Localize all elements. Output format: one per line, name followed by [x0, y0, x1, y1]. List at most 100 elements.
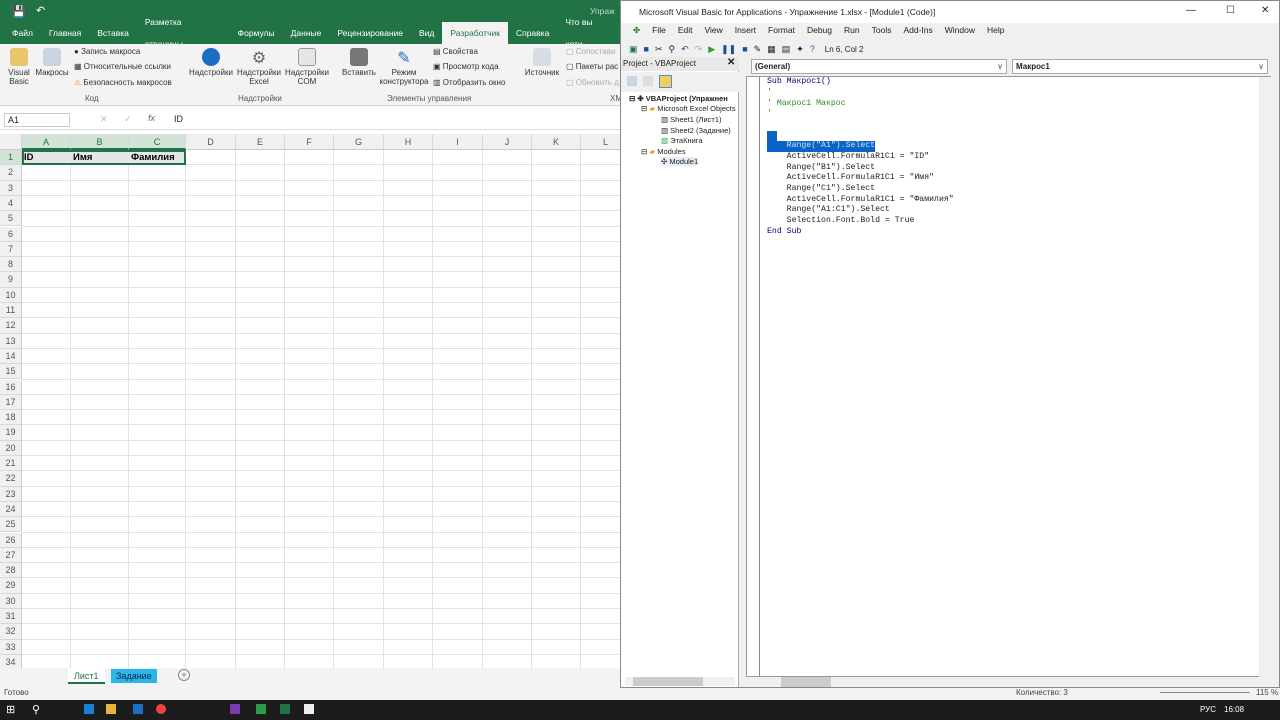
- chrome-icon[interactable]: [156, 704, 166, 714]
- column-header[interactable]: A: [22, 134, 71, 150]
- run-dialog-button[interactable]: ▥ Отобразить окно: [433, 78, 505, 87]
- help-icon[interactable]: ?: [810, 44, 815, 54]
- row-header[interactable]: 9: [0, 272, 22, 288]
- row-header[interactable]: 29: [0, 578, 22, 594]
- addins-button[interactable]: Надстройки: [188, 48, 234, 77]
- row-header[interactable]: 14: [0, 348, 22, 365]
- column-header[interactable]: E: [236, 134, 285, 150]
- row-header[interactable]: 1: [0, 150, 22, 166]
- language-indicator[interactable]: РУС: [1200, 705, 1216, 714]
- design-mode-button[interactable]: ✎ Режим конструктора: [378, 48, 430, 86]
- row-header[interactable]: 6: [0, 226, 22, 242]
- row-header[interactable]: 5: [0, 211, 22, 227]
- row-header[interactable]: 31: [0, 609, 22, 625]
- explorer-icon[interactable]: [106, 704, 116, 714]
- undo-icon[interactable]: ↶: [681, 44, 689, 55]
- column-header[interactable]: F: [285, 134, 334, 150]
- column-header[interactable]: K: [532, 134, 581, 150]
- cell-C1[interactable]: Фамилия: [129, 152, 175, 163]
- object-dropdown[interactable]: (General) ∨: [751, 59, 1007, 74]
- ribbon-tab[interactable]: Главная: [41, 22, 89, 44]
- formula-input[interactable]: ID: [174, 114, 183, 124]
- tree-item-module1[interactable]: ✣ Module1: [661, 157, 699, 166]
- tree-item-sheet2[interactable]: ▥ Sheet2 (Задание): [661, 126, 731, 135]
- excel-addins-button[interactable]: ⚙ Надстройки Excel: [236, 48, 282, 86]
- ribbon-tab[interactable]: Разработчик: [442, 22, 508, 44]
- select-all-corner[interactable]: [0, 134, 22, 150]
- row-header[interactable]: 22: [0, 471, 22, 487]
- redo-icon[interactable]: ↷: [695, 44, 703, 55]
- row-header[interactable]: 17: [0, 394, 22, 411]
- sheet-tab-list1[interactable]: Лист1: [68, 668, 105, 684]
- reset-icon[interactable]: ■: [742, 44, 747, 54]
- properties-button[interactable]: ▤ Свойства: [433, 47, 478, 56]
- ribbon-tab[interactable]: Справка: [508, 22, 557, 44]
- column-header[interactable]: I: [433, 134, 483, 150]
- ribbon-tab[interactable]: Файл: [4, 22, 41, 44]
- ribbon-tab[interactable]: Вид: [411, 22, 442, 44]
- row-header[interactable]: 20: [0, 440, 22, 456]
- name-box[interactable]: A1: [4, 113, 70, 127]
- object-browser-icon[interactable]: ✦: [796, 44, 804, 55]
- onenote-icon[interactable]: [230, 704, 240, 714]
- cut-icon[interactable]: ✂: [655, 44, 663, 55]
- row-header[interactable]: 2: [0, 165, 22, 181]
- row-header[interactable]: 23: [0, 486, 22, 502]
- tree-item-vbaproject[interactable]: ⊟ ✤ VBAProject (Упражнен: [629, 94, 728, 103]
- project-h-scrollbar[interactable]: [625, 677, 735, 686]
- row-header[interactable]: 10: [0, 287, 22, 303]
- ribbon-tab[interactable]: Формулы: [230, 22, 283, 44]
- row-header[interactable]: 4: [0, 195, 22, 212]
- properties-icon[interactable]: ▤: [782, 44, 791, 55]
- function-icon[interactable]: fx: [148, 113, 155, 123]
- excel-taskbar-icon[interactable]: [280, 704, 290, 714]
- row-header[interactable]: 11: [0, 303, 22, 319]
- relative-refs-button[interactable]: ▦ Относительные ссылки: [74, 62, 171, 71]
- menu-tools[interactable]: Tools: [866, 25, 898, 36]
- menu-edit[interactable]: Edit: [672, 25, 699, 36]
- visual-basic-button[interactable]: Visual Basic: [4, 48, 34, 86]
- row-header[interactable]: 19: [0, 425, 22, 441]
- procedure-dropdown[interactable]: Макрос1 ∨: [1012, 59, 1268, 74]
- enter-icon[interactable]: ✓: [124, 114, 132, 125]
- save-icon[interactable]: ■: [644, 44, 649, 54]
- insert-control-button[interactable]: Вставить: [340, 48, 378, 77]
- row-header[interactable]: 12: [0, 318, 22, 334]
- row-header[interactable]: 15: [0, 364, 22, 380]
- source-button[interactable]: Источник: [522, 48, 562, 77]
- search-icon[interactable]: ⚲: [32, 703, 40, 716]
- ribbon-tab[interactable]: Данные: [283, 22, 330, 44]
- minimize-button[interactable]: —: [1186, 5, 1196, 16]
- menu-file[interactable]: File: [646, 25, 672, 36]
- toggle-folders-icon[interactable]: [659, 75, 672, 88]
- code-line[interactable]: Range("A1").Select: [767, 141, 876, 152]
- view-code-icon[interactable]: [627, 76, 637, 86]
- macros-button[interactable]: Макросы: [34, 48, 70, 77]
- undo-icon[interactable]: ↶: [36, 4, 45, 17]
- row-header[interactable]: 7: [0, 241, 22, 258]
- menu-view[interactable]: View: [698, 25, 728, 36]
- menu-help[interactable]: Help: [981, 25, 1010, 36]
- code-line[interactable]: Range("C1").Select: [767, 184, 875, 195]
- refresh-data-button[interactable]: ▢ Обновить д: [566, 78, 619, 87]
- worksheet-grid[interactable]: A B C D E F G H I J K L 1 2 3 4 5 6 7 8 9 10 11 12 13 14 15 16 17 18 1…: [0, 134, 631, 671]
- close-button[interactable]: ✕: [1261, 5, 1269, 16]
- row-header[interactable]: 18: [0, 410, 22, 426]
- record-macro-button[interactable]: ● Запись макроса: [74, 47, 140, 56]
- com-addins-button[interactable]: Надстройки COM: [284, 48, 330, 86]
- code-v-scrollbar[interactable]: [1259, 77, 1271, 677]
- column-header[interactable]: J: [483, 134, 532, 150]
- cell-A1[interactable]: ID: [22, 152, 34, 163]
- pause-icon[interactable]: ❚❚: [721, 44, 736, 55]
- design-mode-icon[interactable]: ✎: [754, 44, 762, 55]
- row-header[interactable]: 8: [0, 257, 22, 273]
- row-header[interactable]: 33: [0, 639, 22, 655]
- row-header[interactable]: 25: [0, 517, 22, 533]
- windows-start-icon[interactable]: ⊞: [6, 703, 15, 716]
- project-explorer-icon[interactable]: ▦: [767, 44, 776, 55]
- ribbon-tab[interactable]: Рецензирование: [329, 22, 411, 44]
- tree-item-modules[interactable]: ⊟ ▰ Modules: [641, 147, 686, 156]
- maximize-button[interactable]: ☐: [1226, 5, 1235, 16]
- tree-item-thisworkbook[interactable]: ▧ ЭтаКнига: [661, 136, 703, 145]
- column-header[interactable]: B: [71, 134, 129, 150]
